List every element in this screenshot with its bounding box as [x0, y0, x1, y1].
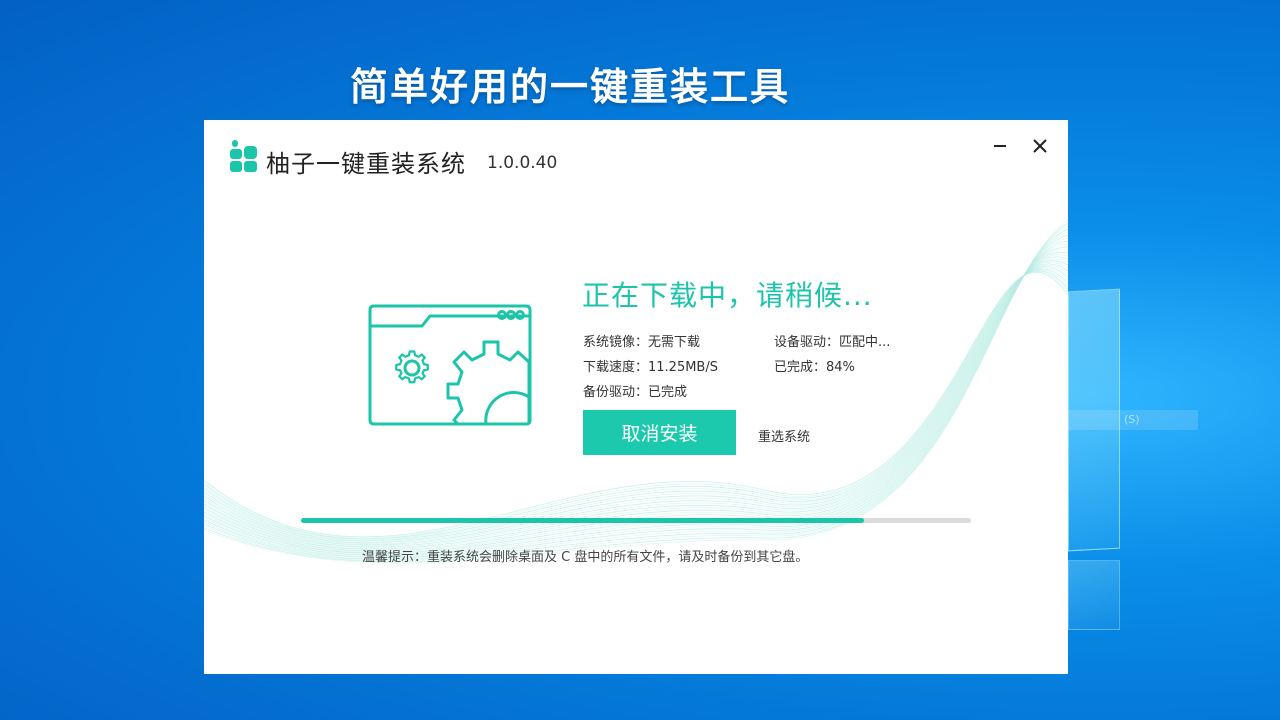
folder-gear-icon [368, 304, 532, 426]
installer-window: 柚子一键重装系统 1.0.0.40 正在下载中，请稍候... 系统镜像：无需下载 [204, 120, 1068, 674]
download-progress-fill [301, 518, 864, 523]
system-image-status: 系统镜像：无需下载 [583, 335, 701, 350]
pomelo-logo-icon [230, 140, 257, 172]
minimize-icon [994, 145, 1006, 147]
device-driver-status: 设备驱动：匹配中... [774, 335, 891, 350]
completed-percent-status: 已完成：84% [774, 360, 855, 375]
app-title: 柚子一键重装系统 [266, 150, 466, 178]
minimize-button[interactable] [986, 132, 1014, 160]
backup-driver-status: 备份驱动：已完成 [583, 385, 688, 400]
download-progress-bar [301, 518, 971, 523]
app-version: 1.0.0.40 [487, 153, 558, 173]
promo-headline: 简单好用的一键重装工具 [350, 65, 791, 109]
reselect-system-link[interactable]: 重选系统 [758, 426, 810, 445]
close-icon [1033, 139, 1047, 153]
close-button[interactable] [1026, 132, 1054, 160]
warning-tip: 温馨提示：重装系统会删除桌面及 C 盘中的所有文件，请及时备份到其它盘。 [362, 550, 809, 565]
download-speed-status: 下载速度：11.25MB/S [583, 360, 718, 375]
windows-logo-pane-lower [1068, 560, 1120, 630]
cancel-install-button[interactable]: 取消安装 [583, 410, 736, 455]
download-status-title: 正在下载中，请稍候... [582, 279, 873, 312]
